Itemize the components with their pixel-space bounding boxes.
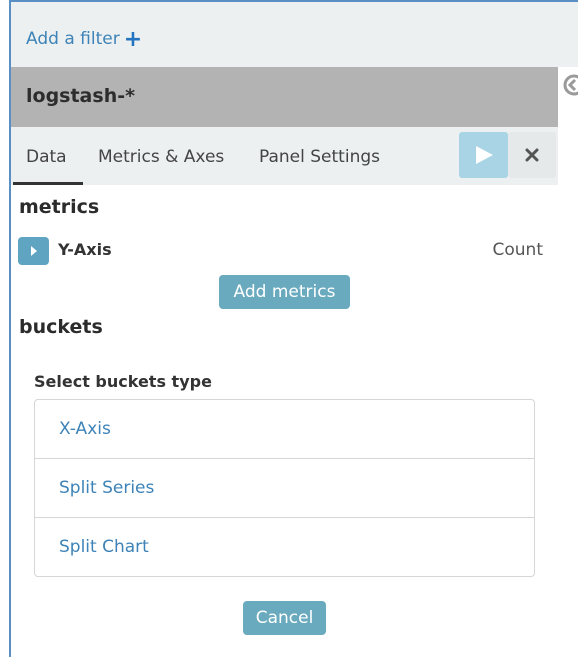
cancel-button[interactable]: Cancel — [243, 601, 326, 635]
chevron-left-icon[interactable] — [562, 74, 578, 96]
add-filter-link[interactable]: Add a filter + — [26, 26, 143, 52]
chevron-right-icon — [31, 246, 37, 256]
bucket-type-list: X-Axis Split Series Split Chart — [34, 399, 535, 577]
tab-panel-settings[interactable]: Panel Settings — [259, 147, 380, 167]
y-axis-label: Y-Axis — [58, 240, 112, 259]
plus-icon: + — [123, 26, 143, 52]
bucket-option-split-chart[interactable]: Split Chart — [35, 518, 534, 577]
add-filter-label: Add a filter — [26, 29, 120, 49]
apply-changes-button[interactable] — [459, 132, 508, 178]
index-pattern-title: logstash-* — [26, 85, 136, 107]
metrics-section-title: metrics — [19, 196, 100, 218]
tab-metrics-axes[interactable]: Metrics & Axes — [98, 147, 224, 167]
tab-data[interactable]: Data — [26, 147, 67, 167]
editor-tabs: Data Metrics & Axes Panel Settings — [11, 127, 558, 185]
close-icon — [525, 148, 539, 162]
active-tab-indicator — [13, 182, 83, 185]
filter-bar: Add a filter + — [11, 2, 578, 67]
select-buckets-type-label: Select buckets type — [34, 372, 212, 391]
play-icon — [476, 146, 493, 164]
buckets-section-title: buckets — [19, 316, 103, 338]
y-axis-aggregation: Count — [492, 240, 544, 260]
bucket-option-split-series[interactable]: Split Series — [35, 459, 534, 518]
index-pattern-header: logstash-* — [11, 67, 558, 127]
y-axis-toggle-button[interactable] — [18, 237, 49, 265]
add-metrics-button[interactable]: Add metrics — [219, 275, 350, 309]
bucket-option-x-axis[interactable]: X-Axis — [35, 400, 534, 459]
discard-changes-button[interactable] — [508, 132, 556, 178]
